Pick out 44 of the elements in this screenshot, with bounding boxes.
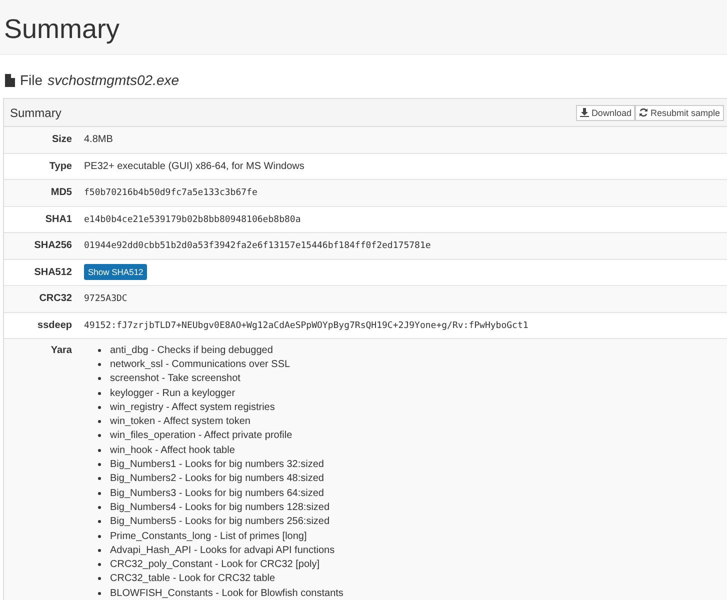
field-label: SHA256 bbox=[33, 240, 72, 252]
yara-rule: network_ssl - Communications over SSL bbox=[110, 358, 290, 370]
yara-rule: CRC32_poly_Constant - Look for CRC32 [poly] bbox=[110, 559, 320, 570]
field-label: ssdeep bbox=[36, 320, 72, 331]
field-label: Type bbox=[48, 160, 72, 172]
yara-rule: Advapi_Hash_API - Looks for advapi API functions bbox=[110, 544, 335, 556]
hash-value: 01944e92dd0cbb51b2d0a53f3942fa2e6f13157e15446bf184ff0f2ed175781e bbox=[84, 241, 431, 252]
yara-rule: Prime_Constants_long - List of primes [long] bbox=[110, 530, 307, 542]
field-label: SHA512 bbox=[33, 266, 72, 278]
page-title: Summary bbox=[3, 13, 121, 45]
yara-rule: Big_Numbers5 - Looks for big numbers 256:sized bbox=[110, 516, 330, 528]
yara-rule: win_token - Affect system token bbox=[110, 416, 250, 428]
field-label: CRC32 bbox=[38, 293, 72, 304]
yara-rule: win_registry - Affect system registries bbox=[110, 402, 275, 413]
hash-value: 9725A3DC bbox=[84, 294, 128, 304]
field-value: PE32+ executable (GUI) x86-64, for MS Windows bbox=[84, 160, 304, 172]
yara-rule: Big_Numbers4 - Looks for big numbers 128:sized bbox=[110, 502, 330, 513]
field-label: MD5 bbox=[50, 187, 72, 198]
hash-value: f50b70216b4b50d9fc7a5e133c3b67fe bbox=[84, 188, 258, 198]
field-label: SHA1 bbox=[44, 214, 72, 225]
field-label: Yara bbox=[50, 344, 72, 356]
download-button[interactable]: Download bbox=[576, 104, 636, 120]
yara-rule: BLOWFISH_Constants - Look for Blowfish constants bbox=[110, 588, 344, 599]
show-hash-button[interactable]: Show SHA512 bbox=[84, 264, 148, 280]
yara-rule: keylogger - Run a keylogger bbox=[110, 388, 236, 399]
hash-value: e14b0b4ce21e539179b02b8bb80948106eb8b80a bbox=[84, 214, 301, 225]
file-label: File bbox=[20, 72, 43, 88]
yara-rule: win_hook - Affect hook table bbox=[110, 444, 235, 456]
yara-rule: screenshot - Take screenshot bbox=[110, 373, 240, 384]
panel-title: Summary bbox=[10, 106, 62, 120]
field-value: 4.8MB bbox=[84, 134, 113, 146]
field-label: Size bbox=[50, 134, 72, 146]
refresh-icon bbox=[639, 108, 648, 117]
yara-rule: anti_dbg - Checks if being debugged bbox=[110, 344, 273, 356]
resubmit-button[interactable]: Resubmit sample bbox=[635, 104, 724, 120]
yara-rule: CRC32_table - Look for CRC32 table bbox=[110, 573, 276, 584]
yara-rule: Big_Numbers1 - Looks for big numbers 32:sized bbox=[110, 459, 324, 470]
download-icon bbox=[580, 108, 590, 117]
yara-rule: win_files_operation - Affect private profile bbox=[110, 430, 292, 442]
file-icon bbox=[5, 74, 15, 86]
yara-rule: Big_Numbers2 - Looks for big numbers 48:sized bbox=[110, 473, 324, 484]
file-name: svchostmgmts02.exe bbox=[48, 72, 180, 88]
yara-rule: Big_Numbers3 - Looks for big numbers 64:sized bbox=[110, 488, 324, 499]
hash-value: 49152:fJ7zrjbTLD7+NEUbgv0E8AO+Wg12aCdAeSPpWOYpByg7RsQH19C+2J9Yone+g/Rv:fPwHyboGct1 bbox=[84, 320, 528, 331]
